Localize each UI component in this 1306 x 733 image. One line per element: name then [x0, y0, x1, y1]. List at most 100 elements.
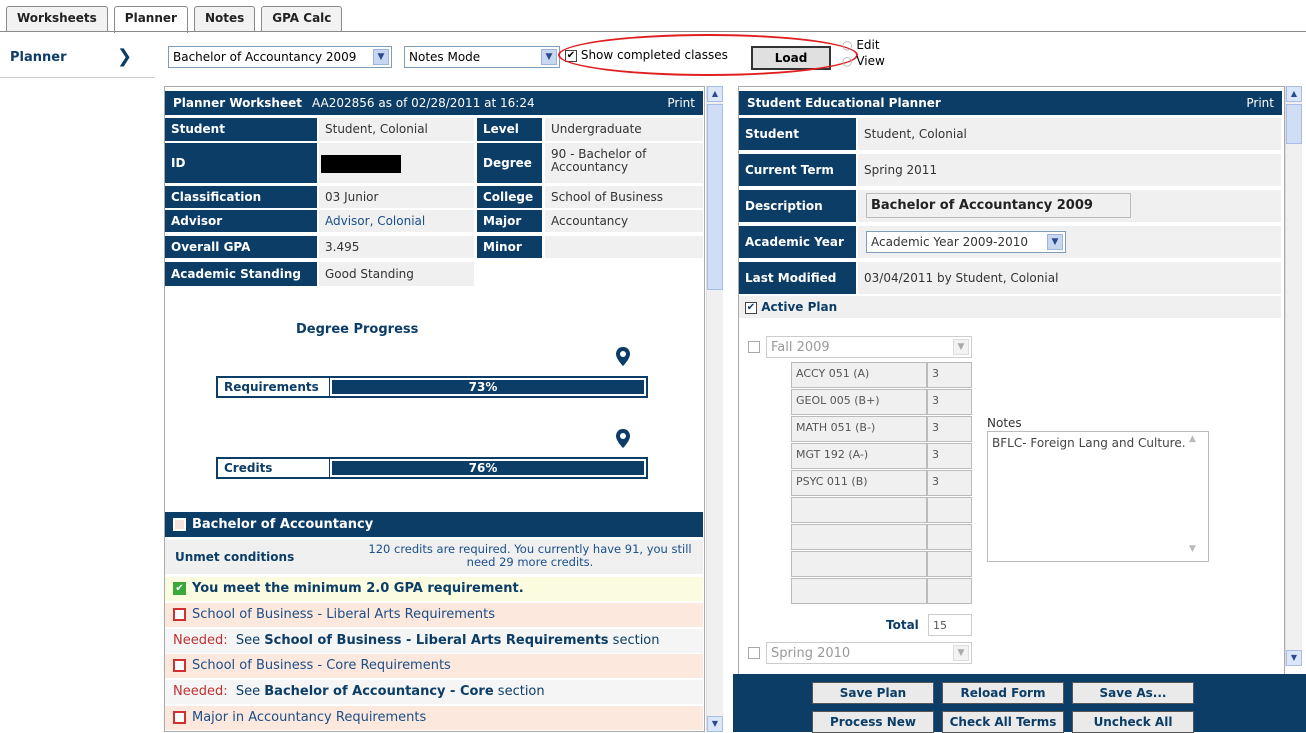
credit-hours-field[interactable]: 3 — [927, 470, 972, 496]
mode-select[interactable]: Notes Mode ▼ — [404, 46, 560, 68]
gpa-value: 3.495 — [319, 236, 474, 258]
credit-hours-field[interactable] — [927, 524, 972, 550]
scroll-up-icon[interactable]: ▲ — [1189, 434, 1196, 444]
needed-label: Needed: — [173, 684, 228, 699]
course-field[interactable] — [791, 497, 927, 523]
save-plan-button[interactable]: Save Plan — [812, 682, 934, 704]
chevron-down-icon[interactable]: ▼ — [541, 49, 557, 65]
term-spring-label: Spring 2010 — [771, 646, 851, 661]
student-label: Student — [165, 118, 317, 141]
term-spring-checkbox[interactable] — [748, 645, 760, 659]
credit-hours-field[interactable] — [927, 551, 972, 577]
academic-year-cell: Academic Year 2009-2010 ▼ — [858, 226, 1281, 258]
tab-gpa-calc[interactable]: GPA Calc — [261, 6, 343, 31]
sidebar-divider — [0, 77, 155, 78]
needed-link[interactable]: Bachelor of Accountancy - Core — [264, 684, 493, 699]
chevron-down-icon[interactable]: ▼ — [953, 339, 969, 355]
gpa-label: Overall GPA — [165, 236, 317, 258]
map-pin-icon — [616, 429, 630, 448]
notes-textarea[interactable]: BFLC- Foreign Lang and Culture. — [987, 431, 1209, 562]
reload-form-button[interactable]: Reload Form — [942, 682, 1064, 704]
checkbox-icon[interactable] — [748, 340, 760, 353]
radio-edit[interactable]: ○ Edit — [842, 37, 885, 53]
academic-year-value: Academic Year 2009-2010 — [871, 235, 1029, 249]
check-icon: ✔ — [173, 582, 186, 595]
needed-link[interactable]: School of Business - Liberal Arts Requir… — [264, 633, 608, 648]
course-field[interactable] — [791, 524, 927, 550]
credit-hours-field[interactable] — [927, 578, 972, 604]
term-fall-checkbox[interactable] — [748, 339, 760, 353]
scroll-down-icon[interactable]: ▼ — [707, 716, 723, 732]
scroll-down-icon[interactable]: ▼ — [1189, 544, 1196, 554]
course-field[interactable] — [791, 578, 927, 604]
radio-view[interactable]: ○ View — [842, 53, 885, 69]
advisor-link[interactable]: Advisor, Colonial — [319, 210, 474, 232]
worksheet-print-link[interactable]: Print — [667, 91, 695, 115]
course-field[interactable]: PSYC 011 (B) — [791, 470, 927, 496]
major-req-row[interactable]: Major in Accountancy Requirements — [165, 706, 703, 730]
scroll-up-icon[interactable]: ▲ — [707, 86, 723, 102]
chevron-down-icon[interactable]: ▼ — [1047, 234, 1063, 250]
id-label: ID — [165, 143, 317, 183]
credit-hours-field[interactable]: 3 — [927, 416, 972, 442]
academic-year-select[interactable]: Academic Year 2009-2010 ▼ — [866, 231, 1066, 253]
planner-print-link[interactable]: Print — [1246, 91, 1274, 115]
notes-label: Notes — [987, 416, 1022, 430]
section-word: section — [497, 684, 545, 699]
uncheck-all-button[interactable]: Uncheck All — [1072, 711, 1194, 733]
course-field[interactable]: MATH 051 (B-) — [791, 416, 927, 442]
unchecked-box-icon — [173, 608, 186, 621]
core-text: School of Business - Core Requirements — [192, 658, 451, 673]
checkbox-checked-icon[interactable]: ✔ — [745, 301, 757, 314]
course-field[interactable] — [791, 551, 927, 577]
degree-select[interactable]: Bachelor of Accountancy 2009 ▼ — [168, 46, 392, 68]
save-as-button[interactable]: Save As... — [1072, 682, 1194, 704]
liberal-arts-row[interactable]: School of Business - Liberal Arts Requir… — [165, 603, 703, 627]
see-label: See — [235, 633, 261, 648]
check-all-terms-button[interactable]: Check All Terms — [942, 711, 1064, 733]
credit-hours-field[interactable]: 3 — [927, 389, 972, 415]
scroll-down-icon[interactable]: ▼ — [1286, 650, 1302, 666]
planner-scrollbar[interactable]: ▲ ▼ — [1285, 86, 1302, 666]
mode-select-value: Notes Mode — [409, 50, 481, 64]
major-label: Major — [477, 210, 542, 232]
core-row[interactable]: School of Business - Core Requirements — [165, 654, 703, 678]
process-new-button[interactable]: Process New — [812, 711, 934, 733]
total-label: Total — [886, 618, 919, 632]
classification-label: Classification — [165, 186, 317, 208]
credit-hours-field[interactable]: 3 — [927, 362, 972, 388]
degree-progress-title: Degree Progress — [296, 322, 419, 337]
checkbox-icon[interactable] — [173, 518, 186, 531]
chevron-right-icon[interactable]: ❯ — [117, 46, 132, 67]
tab-planner[interactable]: Planner — [113, 6, 188, 33]
tab-notes[interactable]: Notes — [193, 6, 256, 31]
credit-hours-field[interactable] — [927, 497, 972, 523]
scroll-up-icon[interactable]: ▲ — [1286, 86, 1302, 102]
course-field[interactable]: ACCY 051 (A) — [791, 362, 927, 388]
liberal-arts-needed: Needed: See School of Business - Liberal… — [165, 629, 703, 653]
chevron-down-icon[interactable]: ▼ — [953, 645, 969, 661]
worksheet-scrollbar[interactable]: ▲ ▼ — [706, 86, 723, 732]
standing-value: Good Standing — [319, 262, 474, 286]
term-spring-select[interactable]: Spring 2010 ▼ — [766, 642, 972, 664]
scroll-thumb[interactable] — [1286, 104, 1302, 144]
description-cell: Bachelor of Accountancy 2009 — [858, 190, 1281, 222]
liberal-arts-text: School of Business - Liberal Arts Requir… — [192, 607, 496, 622]
course-field[interactable]: MGT 192 (A-) — [791, 443, 927, 469]
term-fall-select[interactable]: Fall 2009 ▼ — [766, 336, 972, 358]
core-needed: Needed: See Bachelor of Accountancy - Co… — [165, 680, 703, 704]
radio-icon[interactable]: ○ — [842, 38, 852, 52]
current-term-label: Current Term — [739, 154, 856, 186]
degree-label: Degree — [477, 143, 542, 183]
level-value: Undergraduate — [545, 118, 703, 141]
checkbox-icon[interactable] — [748, 646, 760, 659]
chevron-down-icon[interactable]: ▼ — [373, 49, 389, 65]
description-input[interactable]: Bachelor of Accountancy 2009 — [866, 193, 1131, 218]
credit-hours-field[interactable]: 3 — [927, 443, 972, 469]
major-value: Accountancy — [545, 210, 703, 232]
tab-worksheets[interactable]: Worksheets — [6, 6, 108, 31]
scroll-thumb[interactable] — [707, 104, 723, 290]
radio-icon[interactable]: ○ — [842, 54, 852, 68]
section-word: section — [612, 633, 660, 648]
course-field[interactable]: GEOL 005 (B+) — [791, 389, 927, 415]
